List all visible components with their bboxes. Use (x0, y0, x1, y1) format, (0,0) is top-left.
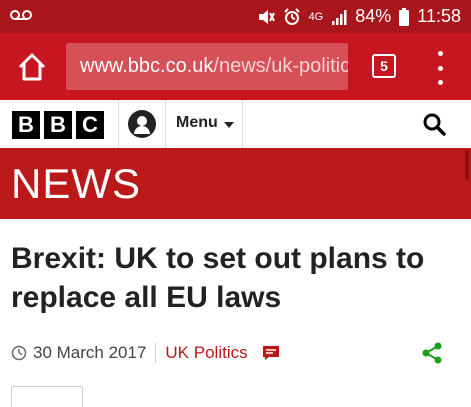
url-host: www.bbc.co.uk (80, 55, 214, 77)
4g-icon: 4G (308, 10, 324, 23)
search-icon[interactable] (422, 112, 446, 136)
chevron-down-icon (223, 122, 234, 128)
more-menu-icon[interactable] (430, 51, 450, 85)
media-placeholder (11, 386, 83, 407)
article-category-link[interactable]: UK Politics (165, 343, 247, 363)
meta-divider (155, 343, 157, 363)
alarm-icon (283, 7, 301, 26)
tabs-button[interactable]: 5 (372, 54, 396, 78)
browser-toolbar: www.bbc.co.uk/news/uk-politic 5 (0, 33, 471, 100)
article-date: 30 March 2017 (33, 343, 147, 362)
news-banner: NEWS (0, 148, 471, 219)
article-meta: 30 March 2017 UK Politics (11, 342, 461, 364)
address-bar[interactable]: www.bbc.co.uk/news/uk-politic (66, 43, 348, 90)
header-divider (118, 100, 119, 148)
scrollbar[interactable] (465, 150, 469, 180)
clock-time: 11:58 (417, 6, 461, 26)
bbc-logo-letter: B (44, 111, 72, 139)
signal-icon (331, 9, 347, 25)
bbc-logo-letter: C (76, 111, 104, 139)
comment-icon[interactable] (262, 345, 280, 361)
home-icon[interactable] (16, 51, 48, 83)
clock-icon (11, 345, 27, 361)
account-icon[interactable] (128, 110, 156, 138)
menu-button[interactable]: Menu (176, 114, 234, 132)
voicemail-icon (10, 8, 32, 26)
status-bar: 4G 84% 11:58 (0, 0, 471, 33)
bbc-logo-letter: B (12, 111, 40, 139)
battery-percentage: 84% (355, 6, 392, 26)
tab-count: 5 (380, 58, 388, 74)
battery-icon (399, 7, 410, 26)
bbc-logo[interactable]: B B C (12, 111, 104, 139)
header-divider (165, 100, 166, 148)
mute-icon (257, 8, 275, 26)
article-headline: Brexit: UK to set out plans to replace a… (11, 242, 425, 314)
bbc-header: B B C Menu (0, 100, 471, 149)
header-divider (242, 100, 243, 148)
menu-label: Menu (176, 114, 218, 131)
share-icon[interactable] (421, 342, 443, 364)
news-section-title[interactable]: NEWS (11, 160, 141, 208)
url-path: /news/uk-politic (213, 55, 348, 77)
